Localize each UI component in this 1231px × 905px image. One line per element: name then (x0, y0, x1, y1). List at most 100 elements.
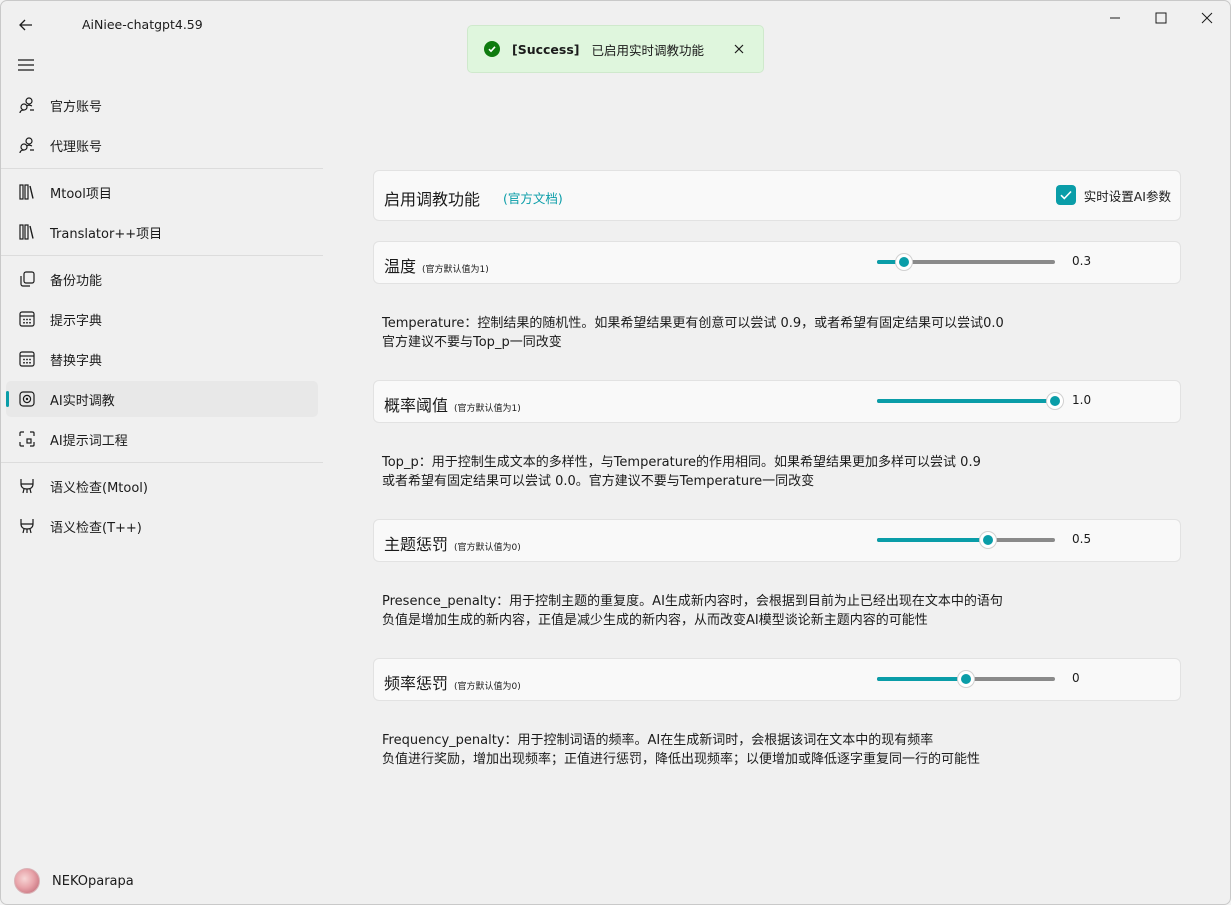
sidebar-item-check-tpp[interactable]: 语义检查(T++) (6, 508, 318, 544)
toast-close-button[interactable] (731, 41, 747, 57)
menu-toggle-button[interactable] (15, 54, 37, 76)
param-default-note: (官方默认值为1) (454, 404, 521, 414)
sidebar: 官方账号 代理账号 Mtool项目 Translator++项目 备份功能 提示… (1, 41, 323, 904)
sidebar-item-label: 提示字典 (50, 313, 103, 329)
temperature-slider[interactable] (877, 254, 1055, 270)
back-button[interactable] (15, 14, 37, 36)
param-description: Top_p：用于控制生成文本的多样性，与Temperature的作用相同。如果希… (382, 453, 981, 491)
desc-line: Temperature：控制结果的随机性。如果希望结果更有创意可以尝试 0.9，… (382, 316, 1004, 331)
checkbox-label: 实时设置AI参数 (1083, 188, 1171, 204)
window-controls (1092, 1, 1230, 35)
param-card-presence-penalty: 主题惩罚 (官方默认值为0) 0.5 (373, 519, 1181, 562)
param-card-frequency-penalty: 频率惩罚 (官方默认值为0) 0 (373, 658, 1181, 701)
sidebar-item-prompt-dict[interactable]: 提示字典 (6, 301, 318, 337)
presence-penalty-slider[interactable] (877, 532, 1055, 548)
sidebar-item-proxy-account[interactable]: 代理账号 (6, 127, 318, 163)
sidebar-item-label: Translator++项目 (50, 226, 163, 242)
library-icon (17, 222, 37, 242)
slider-thumb[interactable] (1047, 393, 1063, 409)
param-description: Presence_penalty：用于控制主题的重复度。AI生成新内容时，会根据… (382, 592, 1003, 630)
close-icon (1201, 12, 1213, 24)
broom-icon (17, 476, 37, 496)
scan-icon (17, 429, 37, 449)
desc-line: Presence_penalty：用于控制主题的重复度。AI生成新内容时，会根据… (382, 594, 1003, 609)
account-icon (17, 95, 37, 115)
calendar-icon (17, 349, 37, 369)
slider-thumb[interactable] (896, 254, 912, 270)
sidebar-item-label: 代理账号 (50, 139, 103, 155)
slider-fill (877, 538, 988, 542)
hamburger-icon (18, 59, 34, 71)
realtime-ai-params-checkbox[interactable]: 实时设置AI参数 (1055, 185, 1171, 205)
param-description: Temperature：控制结果的随机性。如果希望结果更有创意可以尝试 0.9，… (382, 314, 1004, 352)
slider-value: 0 (1072, 671, 1080, 685)
divider (1, 462, 323, 463)
enable-tuning-card: 启用调教功能 (官方文档) 实时设置AI参数 (373, 170, 1181, 221)
sidebar-item-label: 官方账号 (50, 99, 103, 115)
slider-value: 0.5 (1072, 532, 1092, 546)
slider-fill (877, 677, 966, 681)
param-card-top-p: 概率阈值 (官方默认值为1) 1.0 (373, 380, 1181, 423)
sidebar-item-backup[interactable]: 备份功能 (6, 261, 318, 297)
minimize-button[interactable] (1092, 1, 1138, 35)
sidebar-item-official-account[interactable]: 官方账号 (6, 87, 318, 123)
sidebar-item-check-mtool[interactable]: 语义检查(Mtool) (6, 468, 318, 504)
sidebar-item-replace-dict[interactable]: 替换字典 (6, 341, 318, 377)
close-icon (734, 44, 744, 54)
calendar-icon (17, 309, 37, 329)
slider-thumb[interactable] (958, 671, 974, 687)
official-doc-link[interactable]: (官方文档) (503, 188, 563, 207)
slider-thumb[interactable] (980, 532, 996, 548)
library-icon (17, 182, 37, 202)
slider-value: 1.0 (1072, 393, 1092, 407)
avatar (14, 868, 40, 894)
param-title: 频率惩罚 (384, 674, 449, 693)
maximize-icon (1155, 12, 1167, 24)
active-indicator (6, 391, 9, 407)
desc-line: 官方建议不要与Top_p一同改变 (382, 335, 562, 350)
enable-tuning-title: 启用调教功能 (384, 190, 481, 209)
sidebar-item-label: 备份功能 (50, 273, 103, 289)
checkmark-icon (1060, 190, 1072, 200)
param-title: 温度 (384, 257, 417, 276)
frequency-penalty-slider[interactable] (877, 671, 1055, 687)
param-description: Frequency_penalty：用于控制词语的频率。AI在生成新词时，会根据… (382, 731, 980, 769)
sidebar-item-mtool-project[interactable]: Mtool项目 (6, 174, 318, 210)
minimize-icon (1110, 17, 1120, 19)
target-icon (17, 389, 37, 409)
sidebar-item-label: Mtool项目 (50, 186, 112, 202)
desc-line: 负值是增加生成的新内容，正值是减少生成的新内容，从而改变AI模型谈论新主题内容的… (382, 613, 928, 628)
copy-icon (17, 269, 37, 289)
desc-line: Frequency_penalty：用于控制词语的频率。AI在生成新词时，会根据… (382, 733, 934, 748)
top-p-slider[interactable] (877, 393, 1063, 409)
close-window-button[interactable] (1184, 1, 1230, 35)
sidebar-item-label: 替换字典 (50, 353, 103, 369)
sidebar-item-translator-project[interactable]: Translator++项目 (6, 214, 318, 250)
sidebar-item-label: AI提示词工程 (50, 433, 128, 449)
slider-fill (877, 399, 1055, 403)
toast-tag: [Success] (512, 41, 580, 57)
param-default-note: (官方默认值为0) (454, 682, 521, 692)
slider-value: 0.3 (1072, 254, 1092, 268)
param-default-note: (官方默认值为1) (422, 265, 489, 275)
sidebar-item-prompt-engineering[interactable]: AI提示词工程 (6, 421, 318, 457)
app-title: AiNiee-chatgpt4.59 (82, 17, 203, 32)
checkbox-checked[interactable] (1055, 185, 1076, 205)
sidebar-item-label: 语义检查(Mtool) (50, 480, 148, 496)
account-icon (17, 135, 37, 155)
user-name: NEKOparapa (52, 873, 134, 889)
broom-icon (17, 516, 37, 536)
sidebar-item-label: 语义检查(T++) (50, 520, 142, 536)
desc-line: 负值进行奖励，增加出现频率；正值进行惩罚，降低出现频率；以便增加或降低逐字重复同… (382, 752, 981, 767)
checkmark-circle-icon (484, 41, 500, 57)
param-card-temperature: 温度 (官方默认值为1) 0.3 (373, 241, 1181, 284)
sidebar-item-ai-tuning[interactable]: AI实时调教 (6, 381, 318, 417)
param-default-note: (官方默认值为0) (454, 543, 521, 553)
param-title: 主题惩罚 (384, 535, 449, 554)
divider (1, 255, 323, 256)
desc-line: Top_p：用于控制生成文本的多样性，与Temperature的作用相同。如果希… (382, 455, 981, 470)
maximize-button[interactable] (1138, 1, 1184, 35)
desc-line: 或者希望有固定结果可以尝试 0.0。官方建议不要与Temperature一同改变 (382, 474, 815, 489)
user-profile[interactable]: NEKOparapa (14, 868, 134, 894)
divider (1, 168, 323, 169)
